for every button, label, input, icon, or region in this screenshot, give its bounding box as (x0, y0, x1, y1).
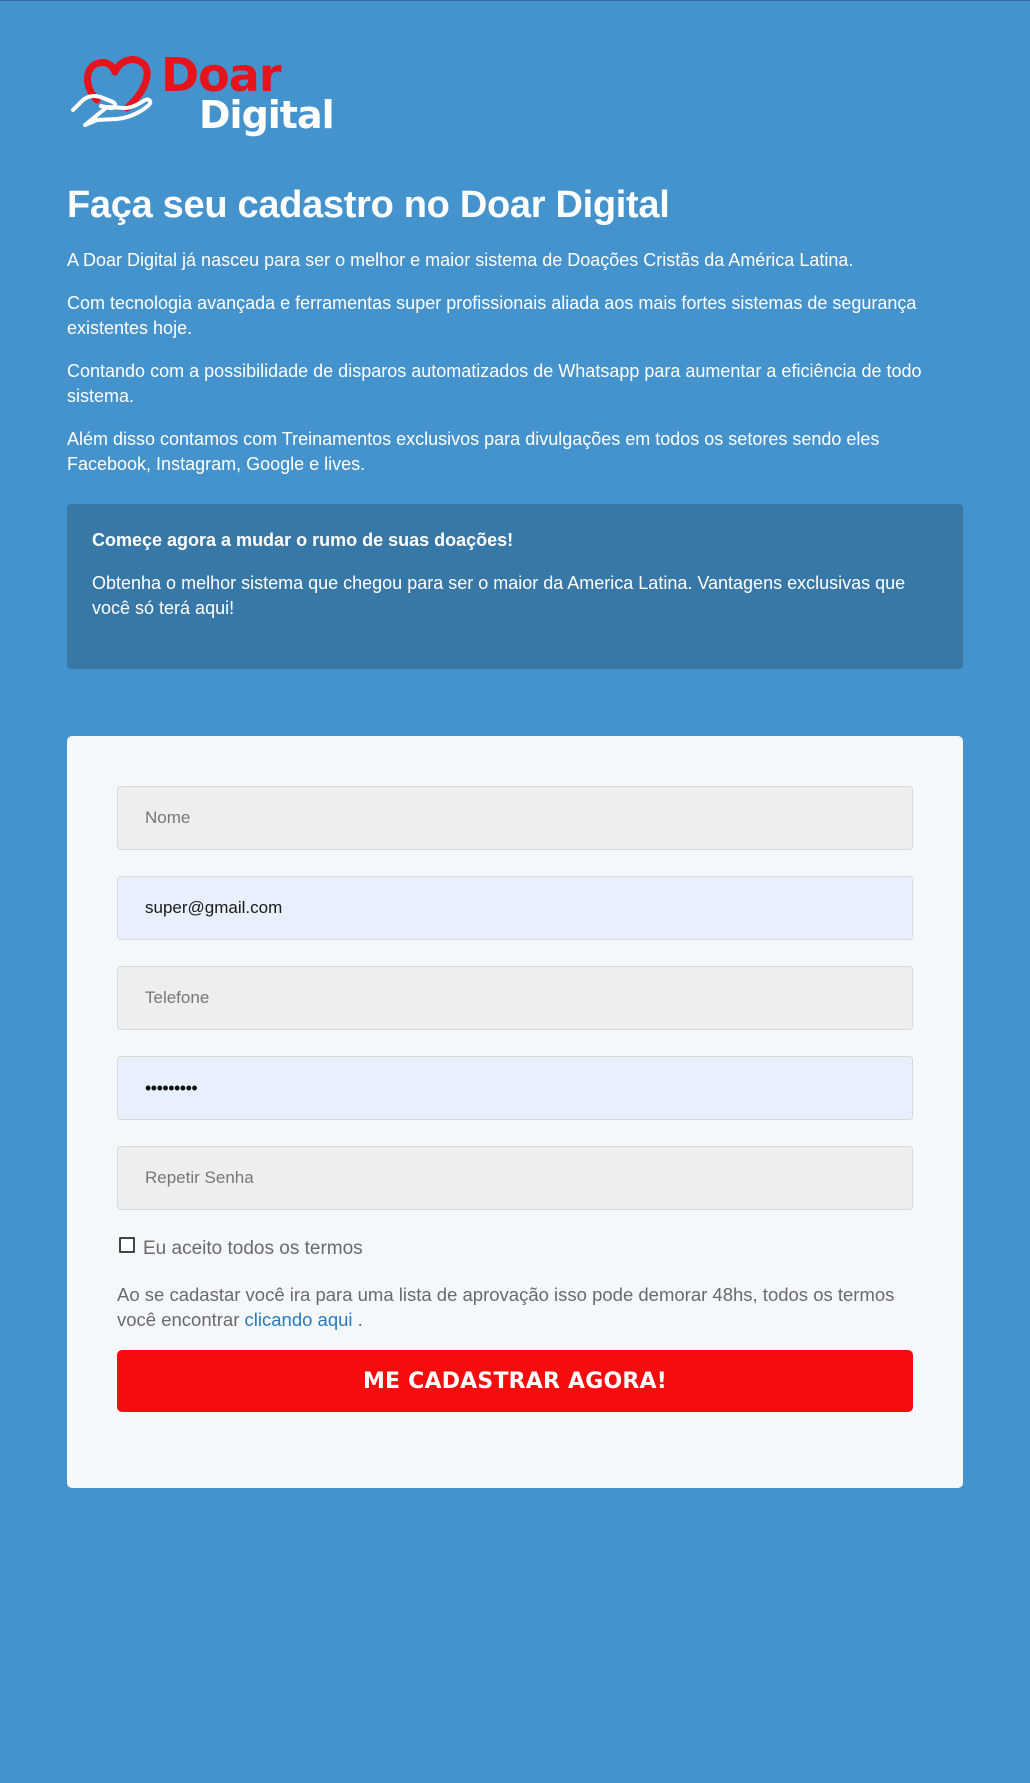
email-value: super@gmail.com (145, 898, 283, 917)
password-masked-value: ••••••••• (145, 1078, 198, 1098)
intro-paragraph: Contando com a possibilidade de disparos… (67, 361, 922, 406)
name-placeholder: Nome (145, 808, 191, 827)
approval-note-text: Ao se cadastar você ira para uma lista d… (117, 1284, 895, 1330)
terms-label[interactable]: Eu aceito todos os termos (143, 1238, 363, 1259)
repeat-password-field[interactable]: Repetir Senha (117, 1146, 913, 1210)
approval-note-end: . (357, 1309, 363, 1330)
submit-button[interactable]: ME CADASTRAR AGORA! (117, 1350, 913, 1412)
intro-paragraph: Com tecnologia avançada e ferramentas su… (67, 293, 917, 338)
approval-note: Ao se cadastar você ira para uma lista d… (117, 1282, 917, 1332)
terms-row: Eu aceito todos os termos (119, 1236, 363, 1262)
terms-link[interactable]: clicando aqui (245, 1309, 353, 1330)
signup-form: Nome super@gmail.com Telefone ••••••••• … (67, 736, 963, 1488)
name-field[interactable]: Nome (117, 786, 913, 850)
page-title: Faça seu cadastro no Doar Digital (67, 184, 670, 226)
callout-title: Começe agora a mudar o rumo de suas doaç… (92, 530, 514, 550)
brand-logo[interactable]: Doar Digital (69, 48, 335, 142)
password-field[interactable]: ••••••••• (117, 1056, 913, 1120)
heart-hand-icon (71, 56, 153, 127)
callout-text: Obtenha o melhor sistema que chegou para… (92, 573, 906, 618)
intro-paragraph: Além disso contamos com Treinamentos exc… (67, 429, 880, 474)
intro-paragraph: A Doar Digital já nasceu para ser o melh… (67, 250, 854, 270)
repeat-password-placeholder: Repetir Senha (145, 1168, 254, 1187)
phone-placeholder: Telefone (145, 988, 210, 1007)
logo-word-digital: Digital (199, 93, 335, 137)
terms-checkbox[interactable] (119, 1237, 135, 1253)
logo-word-doar: Doar (161, 48, 282, 102)
callout-box: Começe agora a mudar o rumo de suas doaç… (67, 504, 963, 669)
intro-text: A Doar Digital já nasceu para ser o melh… (67, 248, 963, 495)
email-field[interactable]: super@gmail.com (117, 876, 913, 940)
top-border (0, 0, 1030, 1)
phone-field[interactable]: Telefone (117, 966, 913, 1030)
